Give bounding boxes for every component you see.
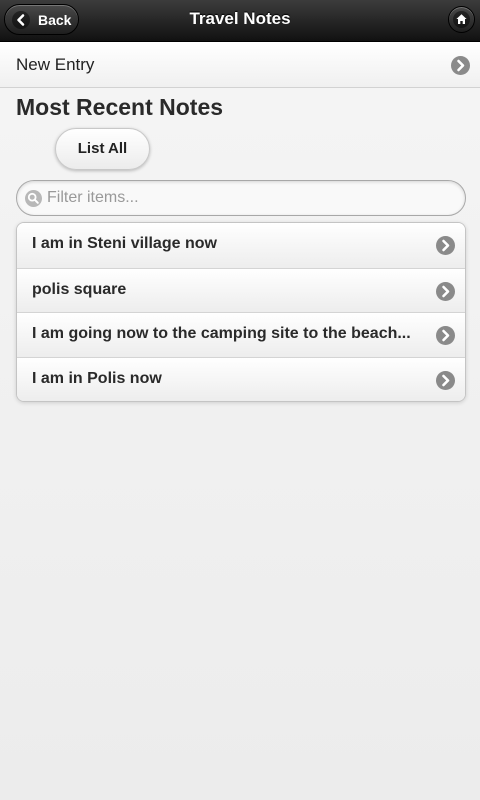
chevron-right-icon bbox=[436, 236, 455, 255]
chevron-right-icon bbox=[436, 370, 455, 390]
page-title: Travel Notes bbox=[189, 9, 291, 28]
list-item[interactable]: I am in Polis now bbox=[17, 356, 465, 401]
list-item-label: I am going now to the camping site to th… bbox=[32, 325, 411, 342]
home-button[interactable] bbox=[448, 6, 475, 33]
search-icon bbox=[25, 190, 42, 207]
section-title: Most Recent Notes bbox=[16, 94, 224, 120]
chevron-right-icon bbox=[436, 326, 455, 345]
list-item-label: I am in Polis now bbox=[32, 369, 162, 387]
page: Back Travel Notes New Entry Most Recent … bbox=[0, 0, 480, 800]
chevron-right-icon bbox=[451, 56, 470, 75]
list-item[interactable]: polis square bbox=[17, 267, 465, 312]
notes-list: I am in Steni village now polis square I… bbox=[16, 222, 466, 402]
filter-input[interactable] bbox=[47, 186, 447, 210]
new-entry-label: New Entry bbox=[16, 55, 95, 74]
chevron-right-icon bbox=[436, 281, 455, 301]
header-bar: Back Travel Notes bbox=[0, 0, 480, 42]
home-icon bbox=[453, 11, 470, 28]
list-item[interactable]: I am going now to the camping site to th… bbox=[17, 312, 465, 357]
list-item-label: I am in Steni village now bbox=[32, 235, 217, 252]
list-item-label: polis square bbox=[32, 280, 127, 298]
list-all-button[interactable]: List All bbox=[55, 128, 150, 170]
new-entry-row[interactable]: New Entry bbox=[0, 42, 480, 88]
list-item[interactable]: I am in Steni village now bbox=[17, 223, 465, 268]
filter-field bbox=[16, 180, 466, 216]
